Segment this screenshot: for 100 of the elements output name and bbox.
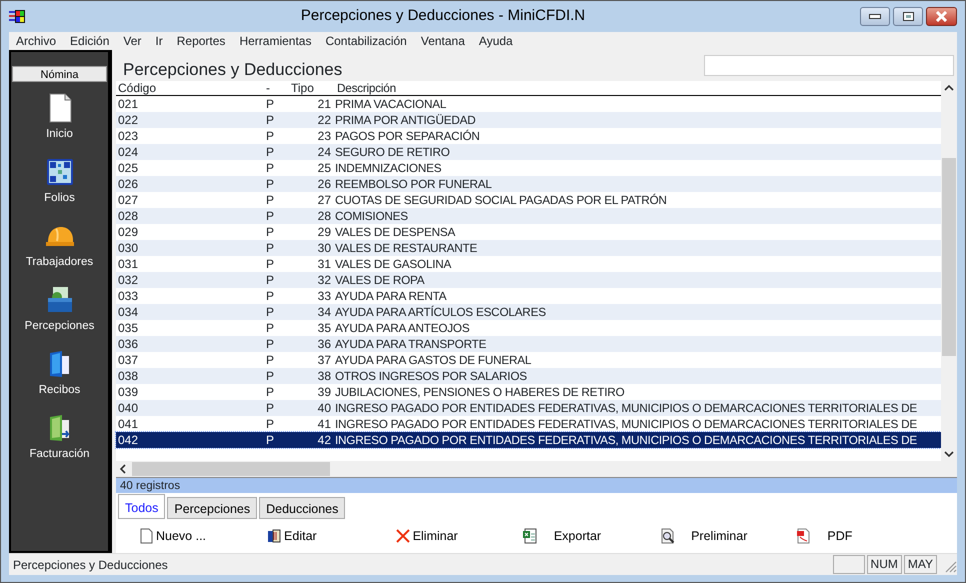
pdf-icon bbox=[795, 528, 812, 544]
code-cell-text: 029 bbox=[117, 224, 140, 240]
menu-item[interactable]: Ver bbox=[116, 32, 148, 50]
table-row[interactable]: 041 P 41 INGRESO PAGADO POR ENTIDADES FEDERATIVAS, MUNICIPIOS O DEMARCACIONES TERRITORIALES DE bbox=[116, 416, 941, 432]
menu-item[interactable]: Reportes bbox=[170, 32, 232, 50]
sidebar-item[interactable]: Facturación bbox=[29, 447, 90, 461]
table-row[interactable]: 033 P 33 AYUDA PARA RENTA bbox=[116, 288, 941, 304]
table-row[interactable]: 028 P 28 COMISIONES bbox=[116, 208, 941, 224]
column-header[interactable]: Tipo bbox=[287, 81, 337, 95]
column-header[interactable]: Descripción bbox=[337, 81, 941, 95]
delete-icon bbox=[394, 528, 411, 544]
scroll-thumb[interactable] bbox=[942, 158, 956, 356]
menu-item[interactable]: Edición bbox=[63, 32, 116, 50]
sidebar-item[interactable]: Percepciones bbox=[24, 319, 94, 333]
menu-item[interactable]: Ayuda bbox=[472, 32, 520, 50]
table-row[interactable]: 027 P 27 CUOTAS DE SEGURIDAD SOCIAL PAGADAS POR EL PATRÓN bbox=[116, 192, 941, 208]
toolbar-button[interactable]: Preliminar bbox=[691, 526, 748, 546]
code-cell-text: 035 bbox=[117, 320, 140, 336]
code-cell-text: 026 bbox=[117, 176, 140, 192]
toolbar-button[interactable]: Nuevo ... bbox=[156, 526, 206, 546]
table-row[interactable]: 032 P 32 VALES DE ROPA bbox=[116, 272, 941, 288]
type-cell-text: 30 bbox=[316, 240, 332, 256]
code-cell-text: 030 bbox=[117, 240, 140, 256]
status-indicator: NUM bbox=[866, 555, 902, 574]
menu-item[interactable]: Ir bbox=[148, 32, 170, 50]
toolbar-button[interactable]: Editar bbox=[284, 526, 317, 546]
description-cell-text: PAGOS POR SEPARACIÓN bbox=[335, 128, 481, 144]
type-cell-text: 26 bbox=[316, 176, 332, 192]
table-row[interactable]: 040 P 40 INGRESO PAGADO POR ENTIDADES FEDERATIVAS, MUNICIPIOS O DEMARCACIONES TERRITORIALES DE bbox=[116, 400, 941, 416]
code-cell-text: 033 bbox=[117, 288, 140, 304]
menu-item[interactable]: Herramientas bbox=[232, 32, 318, 50]
table-row[interactable]: 024 P 24 SEGURO DE RETIRO bbox=[116, 144, 941, 160]
minimize-button[interactable] bbox=[860, 7, 890, 26]
tab[interactable]: Todos bbox=[118, 494, 166, 519]
magnifier-icon bbox=[659, 528, 676, 544]
code-cell-text: 031 bbox=[117, 256, 140, 272]
sidebar-item[interactable]: Trabajadores bbox=[26, 255, 94, 269]
code-cell-text: 034 bbox=[117, 304, 140, 320]
table-row[interactable]: 035 P 35 AYUDA PARA ANTEOJOS bbox=[116, 320, 941, 336]
column-header[interactable]: Código bbox=[116, 81, 266, 95]
page-title: Percepciones y Deducciones bbox=[122, 60, 342, 80]
table-row[interactable]: 029 P 29 VALES DE DESPENSA bbox=[116, 224, 941, 240]
table-row[interactable]: 025 P 25 INDEMNIZACIONES bbox=[116, 160, 941, 176]
sidebar-item[interactable]: Inicio bbox=[46, 127, 73, 141]
status-indicator: MAY bbox=[904, 555, 937, 574]
table-row[interactable]: 034 P 34 AYUDA PARA ARTÍCULOS ESCOLARES bbox=[116, 304, 941, 320]
table-row[interactable]: 021 P 21 PRIMA VACACIONAL bbox=[116, 96, 941, 112]
table-row[interactable]: 023 P 23 PAGOS POR SEPARACIÓN bbox=[116, 128, 941, 144]
code-cell-text: 025 bbox=[117, 160, 140, 176]
table-row[interactable]: 036 P 36 AYUDA PARA TRANSPORTE bbox=[116, 336, 941, 352]
code-cell-text: 041 bbox=[117, 416, 140, 432]
minimize-icon bbox=[869, 14, 881, 19]
table-row[interactable]: 039 P 39 JUBILACIONES, PENSIONES O HABERES DE RETIRO bbox=[116, 384, 941, 400]
type-cell-text: 34 bbox=[316, 304, 332, 320]
scroll-thumb[interactable] bbox=[132, 462, 330, 476]
sign-cell-text: P bbox=[266, 272, 276, 288]
type-cell-text: 21 bbox=[316, 96, 332, 112]
table-row[interactable]: 031 P 31 VALES DE GASOLINA bbox=[116, 256, 941, 272]
maximize-button[interactable] bbox=[893, 7, 923, 26]
tab[interactable]: Percepciones bbox=[167, 497, 258, 519]
description-cell-text: INGRESO PAGADO POR ENTIDADES FEDERATIVAS, MUNICIPIOS O DEMARCACIONES TERRITORIALES DE bbox=[335, 416, 918, 432]
sign-cell-text: P bbox=[266, 176, 276, 192]
table-row[interactable]: 030 P 30 VALES DE RESTAURANTE bbox=[116, 240, 941, 256]
close-button[interactable] bbox=[926, 7, 957, 26]
description-cell-text: COMISIONES bbox=[335, 208, 409, 224]
table-row[interactable]: 022 P 22 PRIMA POR ANTIGÜEDAD bbox=[116, 112, 941, 128]
type-cell-text: 35 bbox=[316, 320, 332, 336]
sign-cell-text: P bbox=[266, 384, 276, 400]
code-cell-text: 032 bbox=[117, 272, 140, 288]
sign-cell-text: P bbox=[266, 432, 276, 448]
tab[interactable]: Deducciones bbox=[259, 497, 346, 519]
type-cell-text: 37 bbox=[316, 352, 332, 368]
sign-cell-text: P bbox=[266, 208, 276, 224]
maximize-icon bbox=[902, 12, 914, 21]
description-cell-text: AYUDA PARA ANTEOJOS bbox=[335, 320, 470, 336]
sidebar-header-button[interactable]: Nómina bbox=[12, 66, 107, 82]
spreadsheet-icon bbox=[522, 528, 538, 544]
toolbar-button[interactable]: Exportar bbox=[554, 526, 602, 546]
table-row[interactable]: 038 P 38 OTROS INGRESOS POR SALARIOS bbox=[116, 368, 941, 384]
menu-item[interactable]: Ventana bbox=[414, 32, 472, 50]
code-cell-text: 021 bbox=[117, 96, 140, 112]
column-header[interactable]: - bbox=[266, 81, 287, 95]
toolbar-button[interactable]: Eliminar bbox=[412, 526, 458, 546]
app-icon bbox=[9, 8, 26, 25]
description-cell-text: AYUDA PARA RENTA bbox=[335, 288, 448, 304]
table-row[interactable]: 026 P 26 REEMBOLSO POR FUNERAL bbox=[116, 176, 941, 192]
table-row[interactable]: 037 P 37 AYUDA PARA GASTOS DE FUNERAL bbox=[116, 352, 941, 368]
table-row[interactable]: 042 P 42 INGRESO PAGADO POR ENTIDADES FEDERATIVAS, MUNICIPIOS O DEMARCACIONES TERRITORIALES DE bbox=[116, 432, 941, 448]
type-cell-text: 25 bbox=[316, 160, 332, 176]
code-cell-text: 040 bbox=[117, 400, 140, 416]
sign-cell-text: P bbox=[266, 416, 276, 432]
search-field[interactable] bbox=[704, 54, 954, 76]
menu-item[interactable]: Contabilización bbox=[318, 32, 414, 50]
description-cell-text: AYUDA PARA ARTÍCULOS ESCOLARES bbox=[335, 304, 547, 320]
sign-cell-text: P bbox=[266, 400, 276, 416]
sidebar-item[interactable]: Recibos bbox=[38, 383, 80, 397]
type-cell-text: 33 bbox=[316, 288, 332, 304]
toolbar-button[interactable]: PDF bbox=[827, 526, 852, 546]
sidebar-item[interactable]: Folios bbox=[44, 191, 75, 205]
menu-item[interactable]: Archivo bbox=[9, 32, 64, 50]
